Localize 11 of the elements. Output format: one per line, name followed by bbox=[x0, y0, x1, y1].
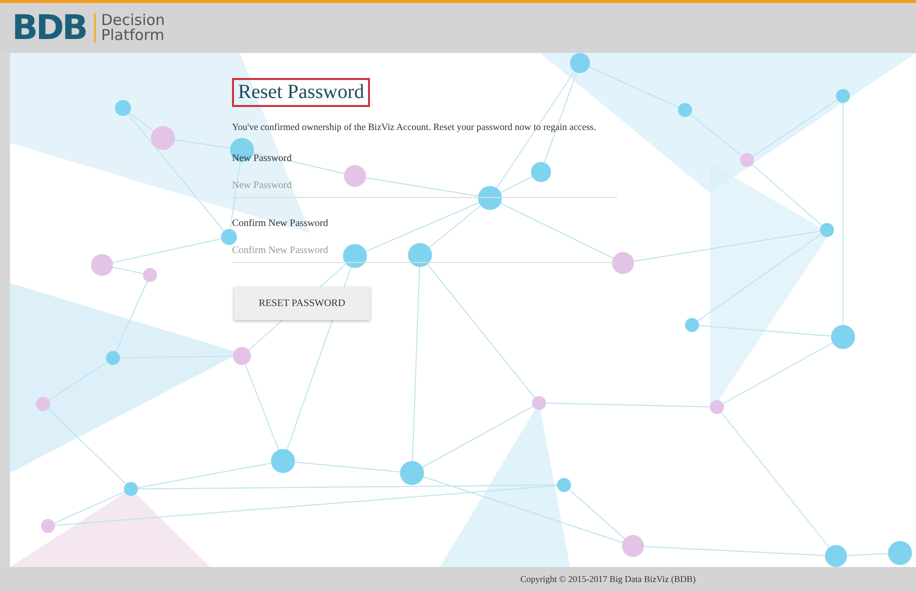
reset-password-button[interactable]: RESET PASSWORD bbox=[234, 287, 370, 320]
page-title: Reset Password bbox=[232, 78, 370, 107]
password-field[interactable]: Confirm New Password bbox=[232, 239, 617, 263]
password-field[interactable]: New Password bbox=[232, 174, 617, 198]
logo-text: Decision bbox=[101, 13, 165, 28]
field-label: Confirm New Password bbox=[232, 218, 328, 229]
message-text: You've confirmed ownership of the BizViz Account. Reset your password now to regain access. bbox=[232, 123, 596, 133]
logo-mark: BDB bbox=[12, 11, 86, 45]
copyright-text: Copyright © 2015-2017 Big Data BizViz (BDB) bbox=[520, 574, 696, 584]
field-label: New Password bbox=[232, 153, 292, 164]
logo-text: Platform bbox=[101, 28, 165, 43]
